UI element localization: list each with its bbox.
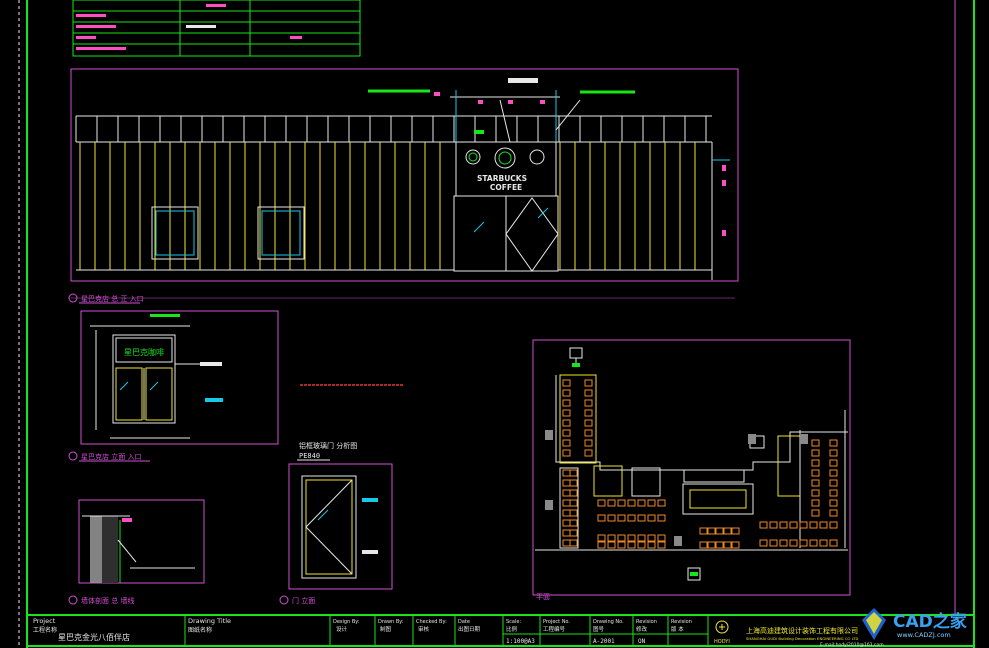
project-label-cn: 工程名称 — [33, 626, 57, 634]
revision2-label: Revision — [671, 619, 692, 625]
drawing-no-value: A-2001 — [593, 638, 615, 645]
floor-plan: 平面 — [532, 339, 851, 601]
project-no: 工程编号 — [543, 625, 566, 633]
logo-text-2: COFFEE — [490, 183, 522, 192]
railing-posts — [75, 116, 707, 142]
watermark: CAD之家 www.CADZJ.com — [862, 608, 967, 640]
seating — [562, 379, 838, 549]
sign-text: 星巴克咖啡 — [124, 347, 164, 357]
legend-table — [72, 0, 361, 57]
elev-main-caption: 星巴克店 总 正 入口 — [81, 294, 144, 303]
checked-by-label: Checked By: — [416, 619, 447, 625]
design-by: 设计 — [336, 625, 348, 633]
revision-value: ON — [638, 638, 646, 645]
title-block: Project 工程名称 星巴克金光八佰伴店 Drawing Title 图纸名… — [27, 614, 974, 648]
wall-section: 墙体剖面 总 墙线 — [68, 499, 205, 605]
drawing-title-label: Drawing Title — [188, 617, 231, 625]
cad-sheet: STARBUCKS COFFEE 星巴克店 总 正 入口 星巴克咖啡 星巴克店 … — [18, 0, 975, 648]
logo-text: STARBUCKS — [477, 174, 527, 183]
drawn-by-label: Drawn By: — [378, 619, 404, 625]
plan-caption: 平面 — [536, 593, 550, 601]
scale-value: 1:100@A3 — [506, 638, 535, 645]
revision2: 版 本 — [671, 625, 684, 633]
project-label: Project — [33, 617, 56, 625]
cladding-stripes — [79, 142, 696, 270]
scale-label: Scale: — [506, 619, 521, 625]
drawing-no: 图号 — [593, 625, 605, 633]
company-en: SHANGHAI GUDI Building Decoration ENGINE… — [746, 636, 858, 641]
watermark-text: CAD之家 — [893, 611, 967, 632]
revision: 修改 — [636, 625, 648, 633]
date-label: Date — [458, 619, 470, 625]
email: E-mail:hodyi2010@163.com — [820, 642, 884, 648]
window-left — [151, 206, 199, 260]
company-logo-text: HODYI — [714, 639, 730, 645]
side-elevation: 星巴克咖啡 星巴克店 立面 入口 — [68, 310, 279, 462]
project-name: 星巴克金光八佰伴店 — [58, 632, 130, 642]
section-caption: 墙体剖面 总 墙线 — [81, 596, 134, 605]
door-caption: 门 立面 — [292, 596, 315, 605]
revision-label: Revision — [636, 619, 657, 625]
drawing-title-cn: 图纸名称 — [188, 626, 212, 634]
checked-by: 审核 — [418, 625, 430, 633]
drawn-by: 制图 — [380, 625, 392, 633]
door-title: 铝框玻璃门 分析图 — [299, 441, 357, 450]
window-center — [257, 206, 305, 260]
drawing-no-label: Drawing No. — [593, 619, 624, 625]
scale: 比例 — [506, 625, 518, 633]
project-no-label: Project No. — [543, 619, 570, 625]
door-detail: 铝框玻璃门 分析图 PE840 门 立面 — [279, 441, 393, 605]
door-code: PE840 — [299, 452, 320, 460]
company-cn: 上海高迪建筑设计装饰工程有限公司 — [746, 626, 858, 635]
elev-side-caption: 星巴克店 立面 入口 — [81, 452, 141, 461]
main-elevation: STARBUCKS COFFEE 星巴克店 总 正 入口 — [68, 68, 739, 304]
date-value: 出图日期 — [458, 625, 481, 633]
watermark-url: www.CADZJ.com — [897, 631, 951, 639]
design-by-label: Design By: — [333, 619, 360, 625]
